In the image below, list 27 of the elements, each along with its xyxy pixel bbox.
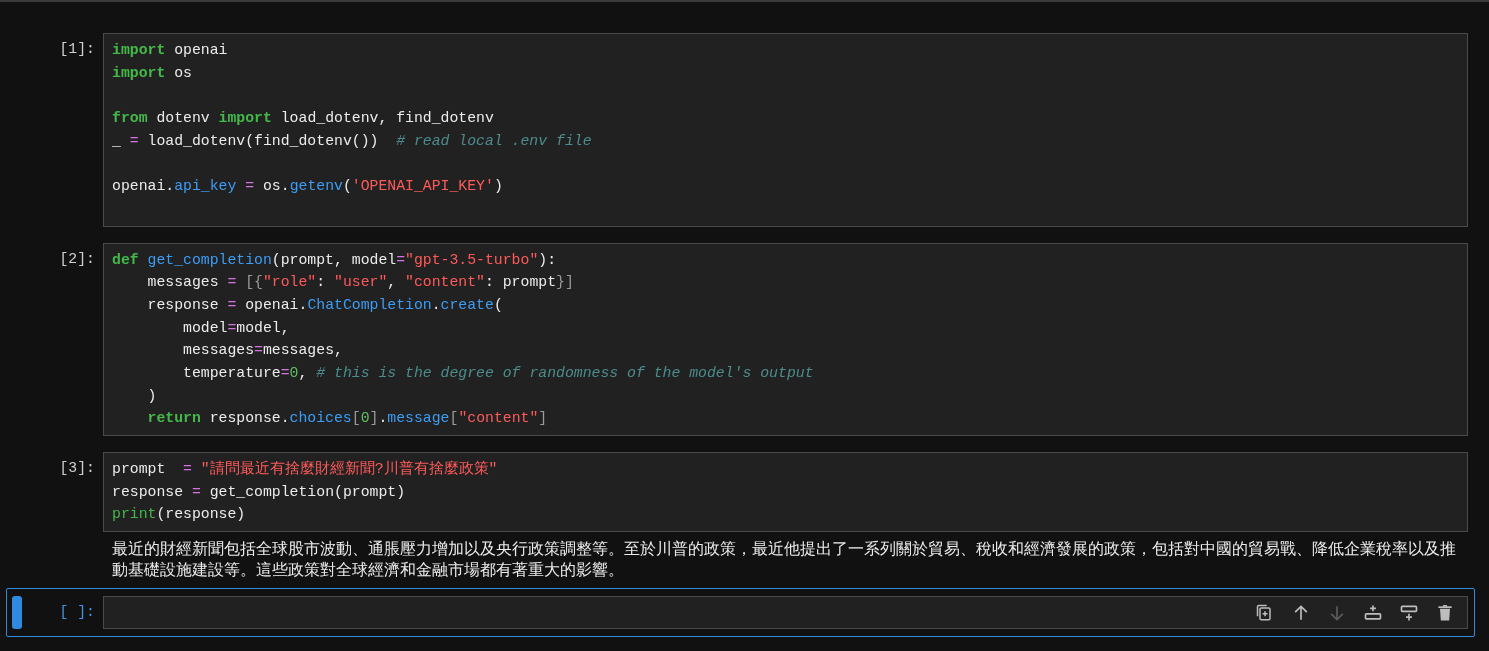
code-line: messages = [{"role": "user", "content": prompt}]	[146, 273, 575, 293]
selected-cell[interactable]: [ ]:	[6, 588, 1475, 638]
execution-count: [2]:	[58, 249, 96, 269]
code-line: response = openai.ChatCompletion.create(	[146, 295, 504, 315]
code-line: return response.choices[0].message["content"]	[146, 409, 549, 429]
code-editor[interactable]	[103, 242, 1468, 436]
code-line: response = get_completion(prompt)	[112, 482, 407, 502]
code-line: messages=messages,	[182, 341, 344, 361]
output-text: 最近的財經新聞包括全球股市波動、通脹壓力增加以及央行政策調整等。至於川普的政策，最近他提出了一系列關於貿易、稅收和經濟發展的政策，包括對中國的貿易戰、降低企業稅率以及推動基礎設施建設等。這些政策對全球經濟和金融市場都有著重大的影響。	[111, 538, 1457, 581]
execution-count: [ ]:	[58, 603, 96, 623]
cell-selection-bar	[12, 596, 22, 630]
code-line: import openai	[112, 41, 229, 60]
code-editor[interactable]: import openai import os from dotenv import load_dotenv, find_dotenv _ = load_dotenv(find_dotenv()) # read local .env file openai.api_key = os.getenv('OPENAI_API_KEY')	[103, 33, 1468, 227]
code-line: )	[146, 386, 158, 406]
code-line: def get_completion(prompt, model="gpt-3.5-turbo"):	[112, 250, 558, 270]
trash-icon	[1435, 602, 1455, 623]
code-line: openai.api_key = os.getenv('OPENAI_API_KEY')	[112, 177, 504, 197]
code-line: from dotenv import load_dotenv, find_dotenv	[112, 109, 495, 129]
execution-count: [3]:	[58, 459, 96, 478]
execution-count: [1]:	[58, 40, 96, 59]
code-line: _ = load_dotenv(find_dotenv()) # read local .env file	[112, 131, 593, 151]
code-line: print(response)	[112, 505, 247, 525]
code-line: import os	[112, 63, 193, 83]
code-line: model=model,	[182, 318, 291, 338]
code-line: temperature=0, # this is the degree of randomness of the model's output	[182, 363, 815, 383]
code-line: prompt = "請問最近有捨麼財經新聞?川普有捨麼政策"	[112, 459, 499, 479]
code-editor[interactable]: prompt = "請問最近有捨麼財經新聞?川普有捨麼政策" response = get_completion(prompt) print(response)	[103, 452, 1468, 533]
